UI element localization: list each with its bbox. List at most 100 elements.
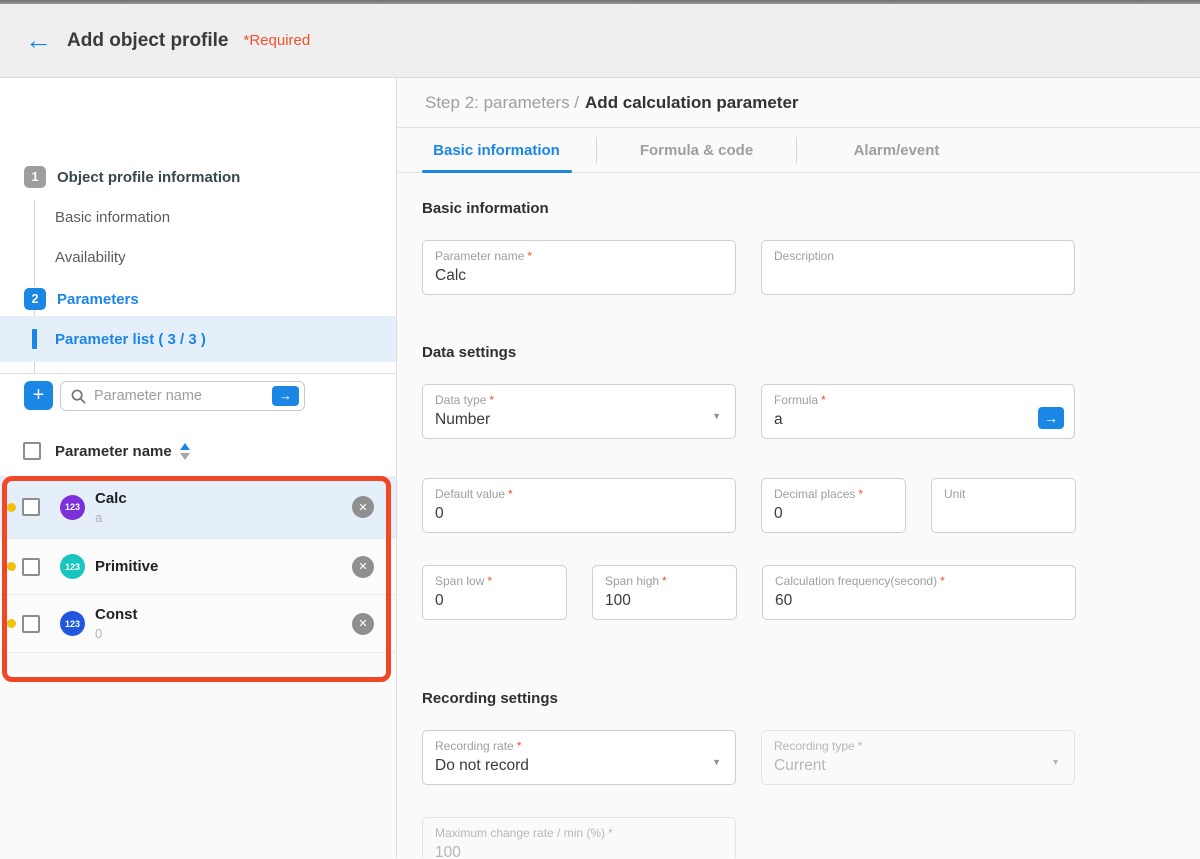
parameter-search-box[interactable]: → — [60, 381, 305, 411]
step-breadcrumb: Step 2: parameters / Add calculation par… — [397, 78, 1200, 128]
breadcrumb-prefix: Step 2: parameters / — [425, 93, 579, 113]
field-label: Maximum change rate / min (%) — [435, 826, 605, 840]
field-value: 100 — [435, 844, 723, 858]
step-2-label: Parameters — [57, 291, 139, 308]
step-1-label: Object profile information — [57, 169, 240, 186]
number-type-icon: 123 — [60, 554, 85, 579]
field-value: Number — [435, 411, 723, 429]
search-input[interactable] — [94, 388, 272, 404]
required-note: *Required — [244, 32, 311, 49]
tab-label: Formula & code — [640, 142, 753, 159]
dropdown-icon: ▼ — [712, 757, 721, 767]
sidebar: 1 Object profile information Basic infor… — [0, 78, 397, 858]
decimal-places-field[interactable]: Decimal places* 0 — [761, 478, 906, 533]
page-title: Add object profile — [67, 30, 229, 52]
recording-rate-select[interactable]: Recording rate* Do not record ▼ — [422, 730, 736, 785]
select-all-checkbox[interactable] — [23, 442, 41, 460]
parameter-name-field[interactable]: Parameter name* Calc — [422, 240, 736, 295]
tab-formula-code[interactable]: Formula & code — [597, 128, 796, 172]
sort-asc-icon — [180, 443, 190, 450]
required-asterisk: * — [517, 739, 522, 753]
required-asterisk: * — [608, 826, 613, 840]
parameter-subtitle: a — [95, 510, 127, 525]
number-type-icon: 123 — [60, 611, 85, 636]
parameter-list-header: Parameter name — [0, 434, 396, 468]
span-high-field[interactable]: Span high* 100 — [592, 565, 737, 620]
field-value: 60 — [775, 592, 1063, 610]
delete-parameter-button[interactable]: ✕ — [352, 556, 374, 578]
list-header-label: Parameter name — [55, 443, 172, 460]
status-dot-icon — [7, 503, 16, 512]
search-submit-button[interactable]: → — [272, 386, 299, 406]
tab-bar: Basic information Formula & code Alarm/e… — [397, 128, 1200, 173]
required-asterisk: * — [821, 393, 826, 407]
recording-type-select: Recording type* Current ▼ — [761, 730, 1075, 785]
step-parameters[interactable]: 2 Parameters — [24, 288, 139, 310]
tab-basic-information[interactable]: Basic information — [397, 128, 596, 172]
parameter-title: Primitive — [95, 558, 158, 575]
field-label: Formula — [774, 393, 818, 407]
parameter-list-label: Parameter list ( 3 / 3 ) — [55, 331, 206, 348]
sidebar-item-basic-information[interactable]: Basic information — [55, 209, 170, 226]
field-label: Default value — [435, 487, 505, 501]
default-value-field[interactable]: Default value* 0 — [422, 478, 736, 533]
row-checkbox[interactable] — [22, 498, 40, 516]
required-asterisk: * — [940, 574, 945, 588]
field-value: 0 — [435, 505, 723, 523]
field-label: Unit — [944, 487, 965, 501]
app-header: ← Add object profile *Required — [0, 4, 1200, 78]
section-title-data-settings: Data settings — [422, 344, 1200, 361]
sort-icon[interactable] — [180, 443, 190, 460]
field-value: Calc — [435, 267, 723, 285]
field-label: Data type — [435, 393, 486, 407]
description-field[interactable]: Description — [761, 240, 1075, 295]
field-value: 0 — [435, 592, 554, 610]
formula-editor-button[interactable]: → — [1038, 407, 1064, 429]
field-value: Do not record — [435, 757, 723, 775]
required-asterisk: * — [489, 393, 494, 407]
back-arrow-icon[interactable]: ← — [25, 27, 52, 54]
sort-desc-icon — [180, 453, 190, 460]
parameter-row-const[interactable]: 123 Const 0 ✕ — [0, 595, 396, 653]
data-type-select[interactable]: Data type* Number ▼ — [422, 384, 736, 439]
field-label: Calculation frequency(second) — [775, 574, 937, 588]
parameter-title: Const — [95, 606, 138, 623]
delete-parameter-button[interactable]: ✕ — [352, 496, 374, 518]
span-low-field[interactable]: Span low* 0 — [422, 565, 567, 620]
delete-parameter-button[interactable]: ✕ — [352, 613, 374, 635]
add-parameter-button[interactable]: + — [24, 381, 53, 410]
dropdown-icon: ▼ — [712, 411, 721, 421]
calculation-frequency-field[interactable]: Calculation frequency(second)* 60 — [762, 565, 1076, 620]
field-label: Recording rate — [435, 739, 514, 753]
row-checkbox[interactable] — [22, 615, 40, 633]
required-asterisk: * — [858, 487, 863, 501]
row-checkbox[interactable] — [22, 558, 40, 576]
field-label: Decimal places — [774, 487, 855, 501]
field-value: Current — [774, 757, 1062, 775]
parameter-row-calc[interactable]: 123 Calc a ✕ — [0, 476, 396, 539]
step-object-profile-information[interactable]: 1 Object profile information — [24, 166, 240, 188]
field-label: Recording type — [774, 739, 855, 753]
number-type-icon: 123 — [60, 495, 85, 520]
status-dot-icon — [7, 619, 16, 628]
unit-field[interactable]: Unit — [931, 478, 1076, 533]
parameter-title: Calc — [95, 490, 127, 507]
active-item-indicator — [32, 329, 37, 349]
field-value: 100 — [605, 592, 724, 610]
sidebar-item-parameter-list[interactable]: Parameter list ( 3 / 3 ) — [0, 316, 396, 362]
field-label: Parameter name — [435, 249, 524, 263]
main-panel: Step 2: parameters / Add calculation par… — [397, 78, 1200, 858]
parameter-row-primitive[interactable]: 123 Primitive ✕ — [0, 539, 396, 595]
step-1-badge: 1 — [24, 166, 46, 188]
parameter-list: 123 Calc a ✕ 123 Primitive ✕ — [0, 476, 396, 674]
status-dot-icon — [7, 562, 16, 571]
field-value: a — [774, 411, 1062, 429]
form-content: Basic information Parameter name* Calc D… — [397, 173, 1200, 858]
section-title-basic-information: Basic information — [422, 200, 1200, 217]
formula-field[interactable]: Formula* a → — [761, 384, 1075, 439]
tab-alarm-event[interactable]: Alarm/event — [797, 128, 996, 172]
sidebar-item-availability[interactable]: Availability — [55, 249, 126, 266]
tab-label: Alarm/event — [854, 142, 940, 159]
max-change-rate-field: Maximum change rate / min (%)* 100 — [422, 817, 736, 858]
required-asterisk: * — [858, 739, 863, 753]
